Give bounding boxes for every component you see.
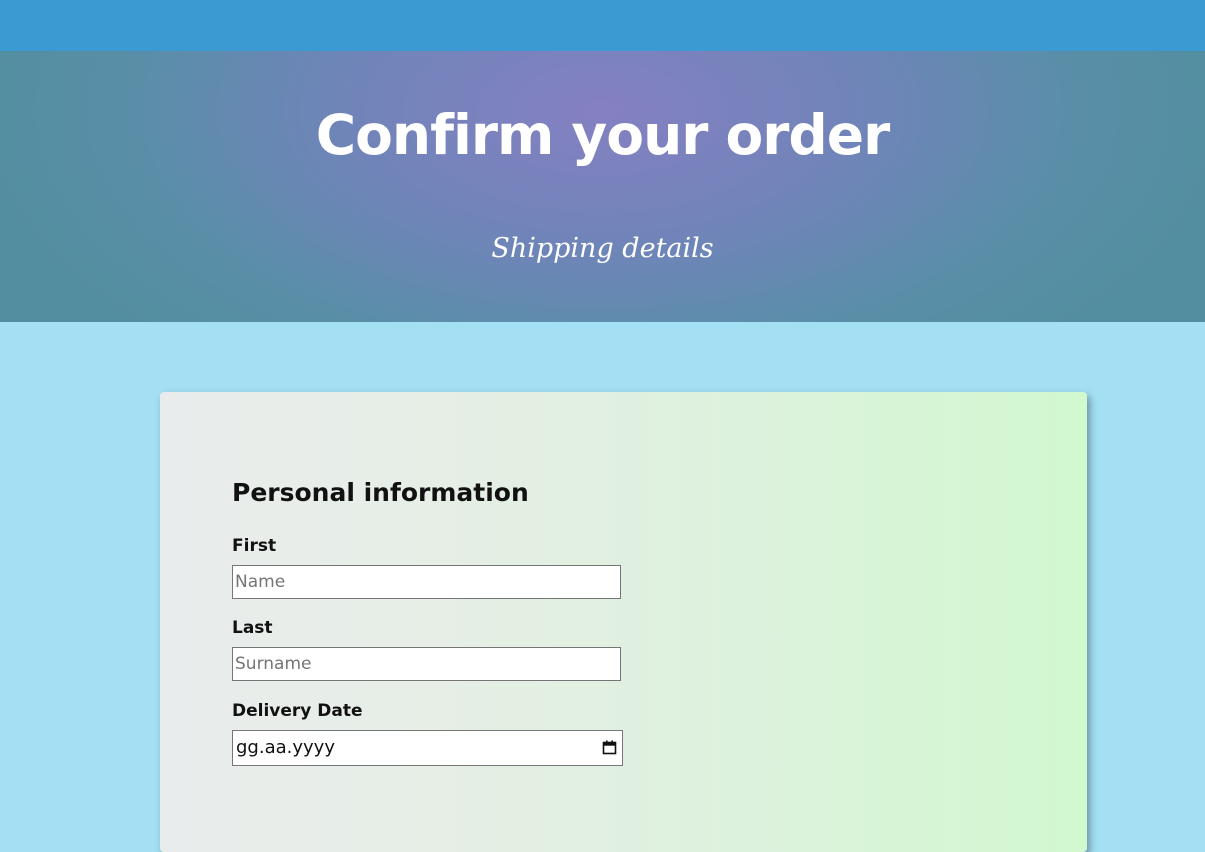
order-form-card: Personal information First Last Delivery… xyxy=(160,392,1087,852)
page-title: Confirm your order xyxy=(315,103,890,167)
last-name-input[interactable] xyxy=(232,647,621,681)
section-title: Personal information xyxy=(232,478,529,507)
top-bar xyxy=(0,0,1205,51)
delivery-date-input[interactable]: gg.aa.yyyy xyxy=(232,730,623,766)
first-name-label: First xyxy=(232,536,277,556)
delivery-date-value: gg.aa.yyyy xyxy=(236,737,335,758)
delivery-date-label: Delivery Date xyxy=(232,701,363,721)
page-subtitle: Shipping details xyxy=(491,233,714,264)
first-name-input[interactable] xyxy=(232,565,621,599)
calendar-icon[interactable] xyxy=(602,740,617,755)
last-name-label: Last xyxy=(232,618,273,638)
hero-banner: Confirm your order Shipping details xyxy=(0,51,1205,322)
